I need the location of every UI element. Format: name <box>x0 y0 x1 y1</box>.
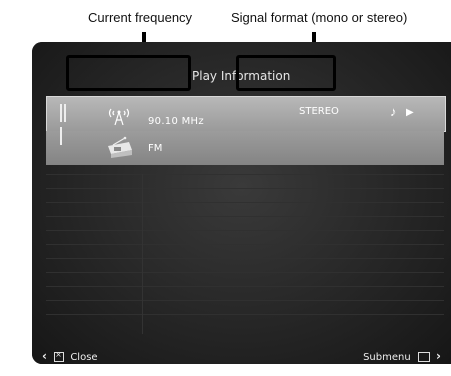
close-label: Close <box>70 352 98 363</box>
radio-icon <box>108 136 132 158</box>
signal-highlight-box <box>236 55 336 91</box>
submenu-icon <box>417 352 430 362</box>
chevron-left-icon: ‹ <box>42 349 47 363</box>
signal-format-value: STEREO <box>299 106 339 117</box>
column-divider <box>142 174 143 334</box>
play-icon[interactable]: ▶ <box>406 107 414 118</box>
close-icon <box>54 350 65 362</box>
frequency-value: 90.10 MHz <box>148 116 204 127</box>
antenna-icon <box>108 108 130 126</box>
band-value: FM <box>148 143 163 154</box>
frequency-highlight-box <box>66 55 191 91</box>
callout-frequency: Current frequency <box>88 10 193 25</box>
music-note-icon: ♪ <box>390 104 397 119</box>
close-button[interactable]: ‹ Close <box>42 349 98 363</box>
submenu-label: Submenu <box>363 352 411 363</box>
submenu-button[interactable]: Submenu › <box>363 349 441 363</box>
callout-signal-format: Signal format (mono or stereo) <box>231 10 408 25</box>
empty-list-area <box>46 174 444 344</box>
chevron-right-icon: › <box>436 349 441 363</box>
grip-icon <box>60 104 70 145</box>
